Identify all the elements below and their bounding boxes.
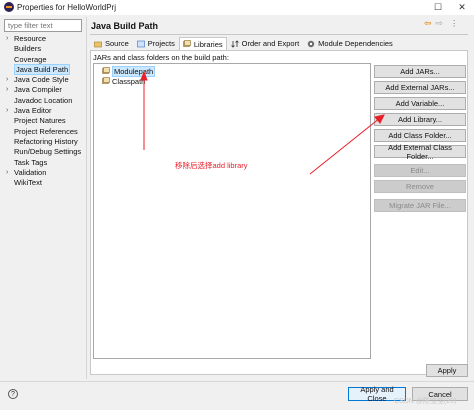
nav-item-label: Validation xyxy=(14,167,47,177)
remove-button[interactable]: Remove xyxy=(374,180,466,193)
nav-item[interactable]: Javadoc Location xyxy=(4,96,84,106)
nav-item-label: Builders xyxy=(14,44,42,54)
tree-item-classpath[interactable]: Classpath xyxy=(102,76,145,86)
back-arrow-icon[interactable]: ⇦ xyxy=(424,18,432,29)
nav-item[interactable]: Task Tags xyxy=(4,158,84,168)
nav-item-label: Refactoring History xyxy=(14,136,78,146)
build-path-tree[interactable]: Modulepath Classpath xyxy=(93,63,371,359)
tab-label: Order and Export xyxy=(241,39,300,48)
jars-label: JARs and class folders on the build path… xyxy=(93,53,229,62)
tab-libraries[interactable]: Libraries xyxy=(178,37,227,50)
nav-item[interactable]: WikiText xyxy=(4,178,84,188)
window-title: Properties for HelloWorldPrj xyxy=(17,3,116,12)
tab-source[interactable]: Source xyxy=(90,37,133,50)
nav-item[interactable]: Run/Debug Settings xyxy=(4,147,84,157)
tab-label: Source xyxy=(105,39,129,48)
module-dependencies-icon xyxy=(307,40,315,47)
filter-input[interactable] xyxy=(4,19,82,32)
chevron-right-icon[interactable]: › xyxy=(6,34,8,44)
nav-item[interactable]: › Java Compiler xyxy=(4,85,84,95)
tree-item-label: Modulepath xyxy=(112,65,156,77)
nav-item-label: Project References xyxy=(14,126,78,136)
maximize-icon[interactable]: ☐ xyxy=(426,0,450,15)
order-export-icon xyxy=(230,39,239,48)
close-icon[interactable]: ✕ xyxy=(450,0,474,15)
apply-button[interactable]: Apply xyxy=(426,364,468,377)
chevron-right-icon[interactable]: › xyxy=(6,85,8,95)
split-sash[interactable] xyxy=(86,17,87,379)
add-class-folder-button[interactable]: Add Class Folder... xyxy=(374,129,466,142)
nav-item[interactable]: Java Build Path xyxy=(4,63,84,75)
add-library-button[interactable]: Add Library... xyxy=(374,113,466,126)
forward-arrow-icon[interactable]: ⇨ xyxy=(436,18,444,29)
nav-item[interactable]: Refactoring History xyxy=(4,137,84,147)
page-title: Java Build Path xyxy=(91,21,159,31)
help-icon[interactable]: ? xyxy=(8,389,18,399)
nav-item-label: Project Natures xyxy=(14,116,66,126)
nav-item-label: Java Compiler xyxy=(14,85,62,95)
nav-item-label: Resource xyxy=(14,34,47,43)
chevron-right-icon[interactable]: › xyxy=(6,168,8,178)
nav-item-label: Java Code Style xyxy=(14,75,69,85)
add-jars-button[interactable]: Add JARs... xyxy=(374,65,466,78)
nav-item-label: WikiText xyxy=(14,178,42,188)
libraries-icon xyxy=(183,40,191,47)
tab-label: Module Dependencies xyxy=(318,39,393,48)
tab-label: Projects xyxy=(147,39,175,48)
tab-order-and-export[interactable]: Order and Export xyxy=(227,37,304,50)
view-menu-icon[interactable]: ⋮ xyxy=(450,19,458,28)
chevron-right-icon[interactable]: › xyxy=(6,75,8,85)
properties-nav-tree: › Resource Builders Coverage Java Build Path… xyxy=(4,34,84,364)
nav-item-label: Java Build Path xyxy=(14,63,71,75)
nav-item-label: Java Editor xyxy=(14,106,52,116)
eclipse-icon xyxy=(4,2,14,12)
nav-item[interactable]: › Validation xyxy=(4,168,84,178)
header-separator xyxy=(90,34,468,35)
nav-item[interactable]: Builders xyxy=(4,44,84,54)
source-folder-icon xyxy=(94,41,102,47)
library-container-icon xyxy=(102,77,110,84)
add-external-class-folder-button[interactable]: Add External Class Folder... xyxy=(374,143,466,161)
bottom-separator xyxy=(0,381,474,382)
tab-label: Libraries xyxy=(193,39,223,49)
nav-item[interactable]: › Java Code Style xyxy=(4,75,84,85)
chevron-right-icon[interactable]: › xyxy=(6,106,8,116)
history-nav: ⇦ ⇨ ⋮ xyxy=(424,18,458,29)
migrate-jar-button[interactable]: Migrate JAR File... xyxy=(374,199,466,212)
nav-item[interactable]: Project References xyxy=(4,127,84,137)
build-path-tabs: Source Projects Libraries Order and Export M… xyxy=(90,37,397,50)
tab-module-dependencies[interactable]: Module Dependencies xyxy=(303,37,397,50)
nav-item-label: Run/Debug Settings xyxy=(14,147,82,157)
tab-projects[interactable]: Projects xyxy=(133,37,179,50)
add-external-jars-button[interactable]: Add External JARs... xyxy=(374,81,466,94)
nav-item[interactable]: › Java Editor xyxy=(4,106,84,116)
tree-item-modulepath[interactable]: Modulepath xyxy=(102,65,156,77)
add-variable-button[interactable]: Add Variable... xyxy=(374,97,466,110)
title-bar: Properties for HelloWorldPrj ☐ ✕ xyxy=(0,0,474,15)
nav-item[interactable]: Project Natures xyxy=(4,116,84,126)
library-container-icon xyxy=(102,67,110,74)
nav-item[interactable]: › Resource xyxy=(4,34,84,44)
tree-item-label: Classpath xyxy=(112,76,146,86)
edit-button[interactable]: Edit... xyxy=(374,164,466,177)
properties-dialog: Properties for HelloWorldPrj ☐ ✕ › Resour… xyxy=(0,0,474,410)
nav-item-label: Task Tags xyxy=(14,157,48,167)
annotation-text: 移除后选择add library xyxy=(175,161,248,170)
watermark: CSDN @陈宝宝(20) xyxy=(394,398,457,405)
nav-item-label: Coverage xyxy=(14,54,47,64)
window-controls: ☐ ✕ xyxy=(426,0,474,15)
nav-item-label: Javadoc Location xyxy=(14,95,73,105)
projects-icon xyxy=(136,40,145,47)
